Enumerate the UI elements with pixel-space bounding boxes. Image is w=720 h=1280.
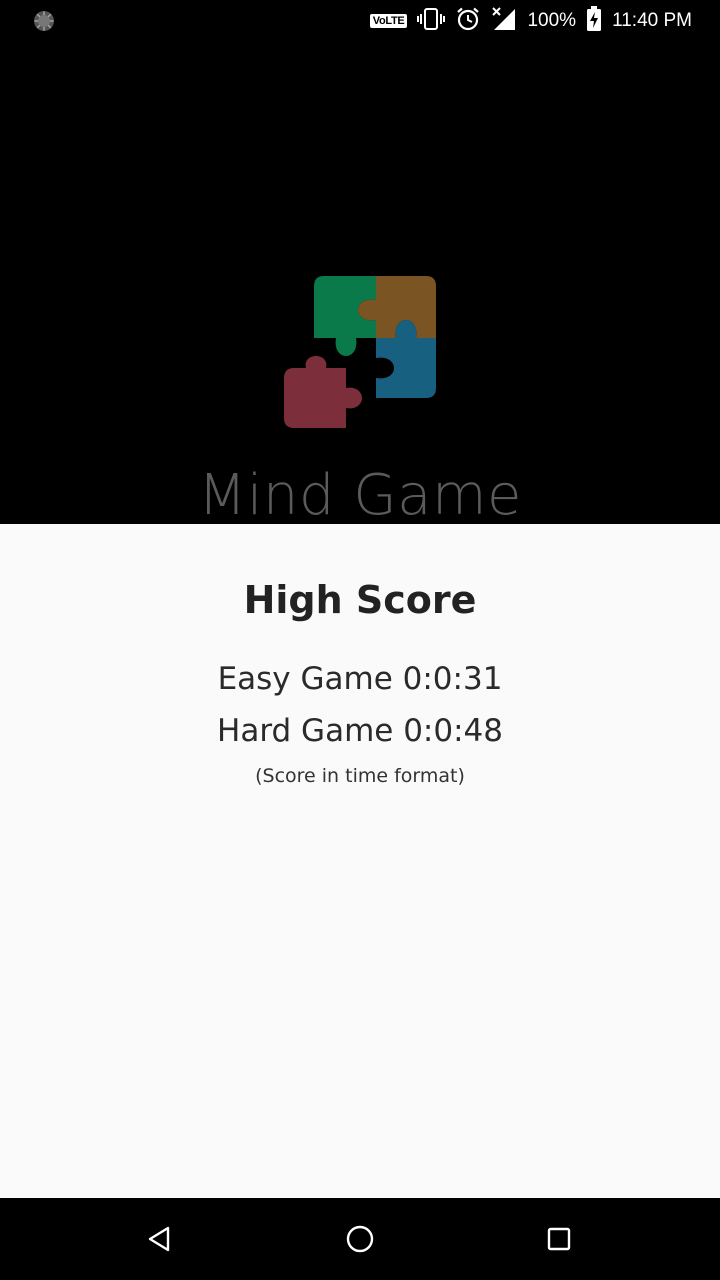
battery-charging-icon (586, 6, 602, 36)
easy-game-score: Easy Game 0:0:31 (217, 661, 503, 697)
signal-icon (491, 6, 517, 36)
score-format-note: (Score in time format) (255, 765, 465, 787)
high-score-panel: High Score Easy Game 0:0:31 Hard Game 0:… (0, 524, 720, 1198)
volte-badge: VoLTE (369, 14, 408, 28)
home-button[interactable] (340, 1219, 380, 1259)
home-icon (346, 1225, 374, 1253)
back-button[interactable] (140, 1219, 180, 1259)
puzzle-logo-icon (276, 268, 444, 432)
vibrate-icon (417, 7, 446, 35)
clock: 11:40 PM (612, 10, 692, 31)
app-title: Mind Game (198, 463, 522, 524)
app-header: Mind Game (0, 42, 720, 524)
recents-icon (547, 1227, 571, 1251)
hard-game-score: Hard Game 0:0:48 (217, 713, 503, 749)
recents-button[interactable] (539, 1219, 579, 1259)
alarm-icon (455, 6, 481, 36)
battery-percent: 100% (527, 10, 577, 31)
status-bar: VoLTE 100% 11:40 PM (0, 0, 720, 42)
high-score-heading: High Score (243, 578, 477, 622)
screen: VoLTE 100% 11:40 PM Mind Game High Score… (0, 0, 720, 1280)
loading-icon (32, 9, 56, 33)
status-icons: VoLTE 100% 11:40 PM (369, 0, 692, 42)
back-icon (148, 1226, 170, 1252)
navigation-bar (0, 1198, 720, 1280)
